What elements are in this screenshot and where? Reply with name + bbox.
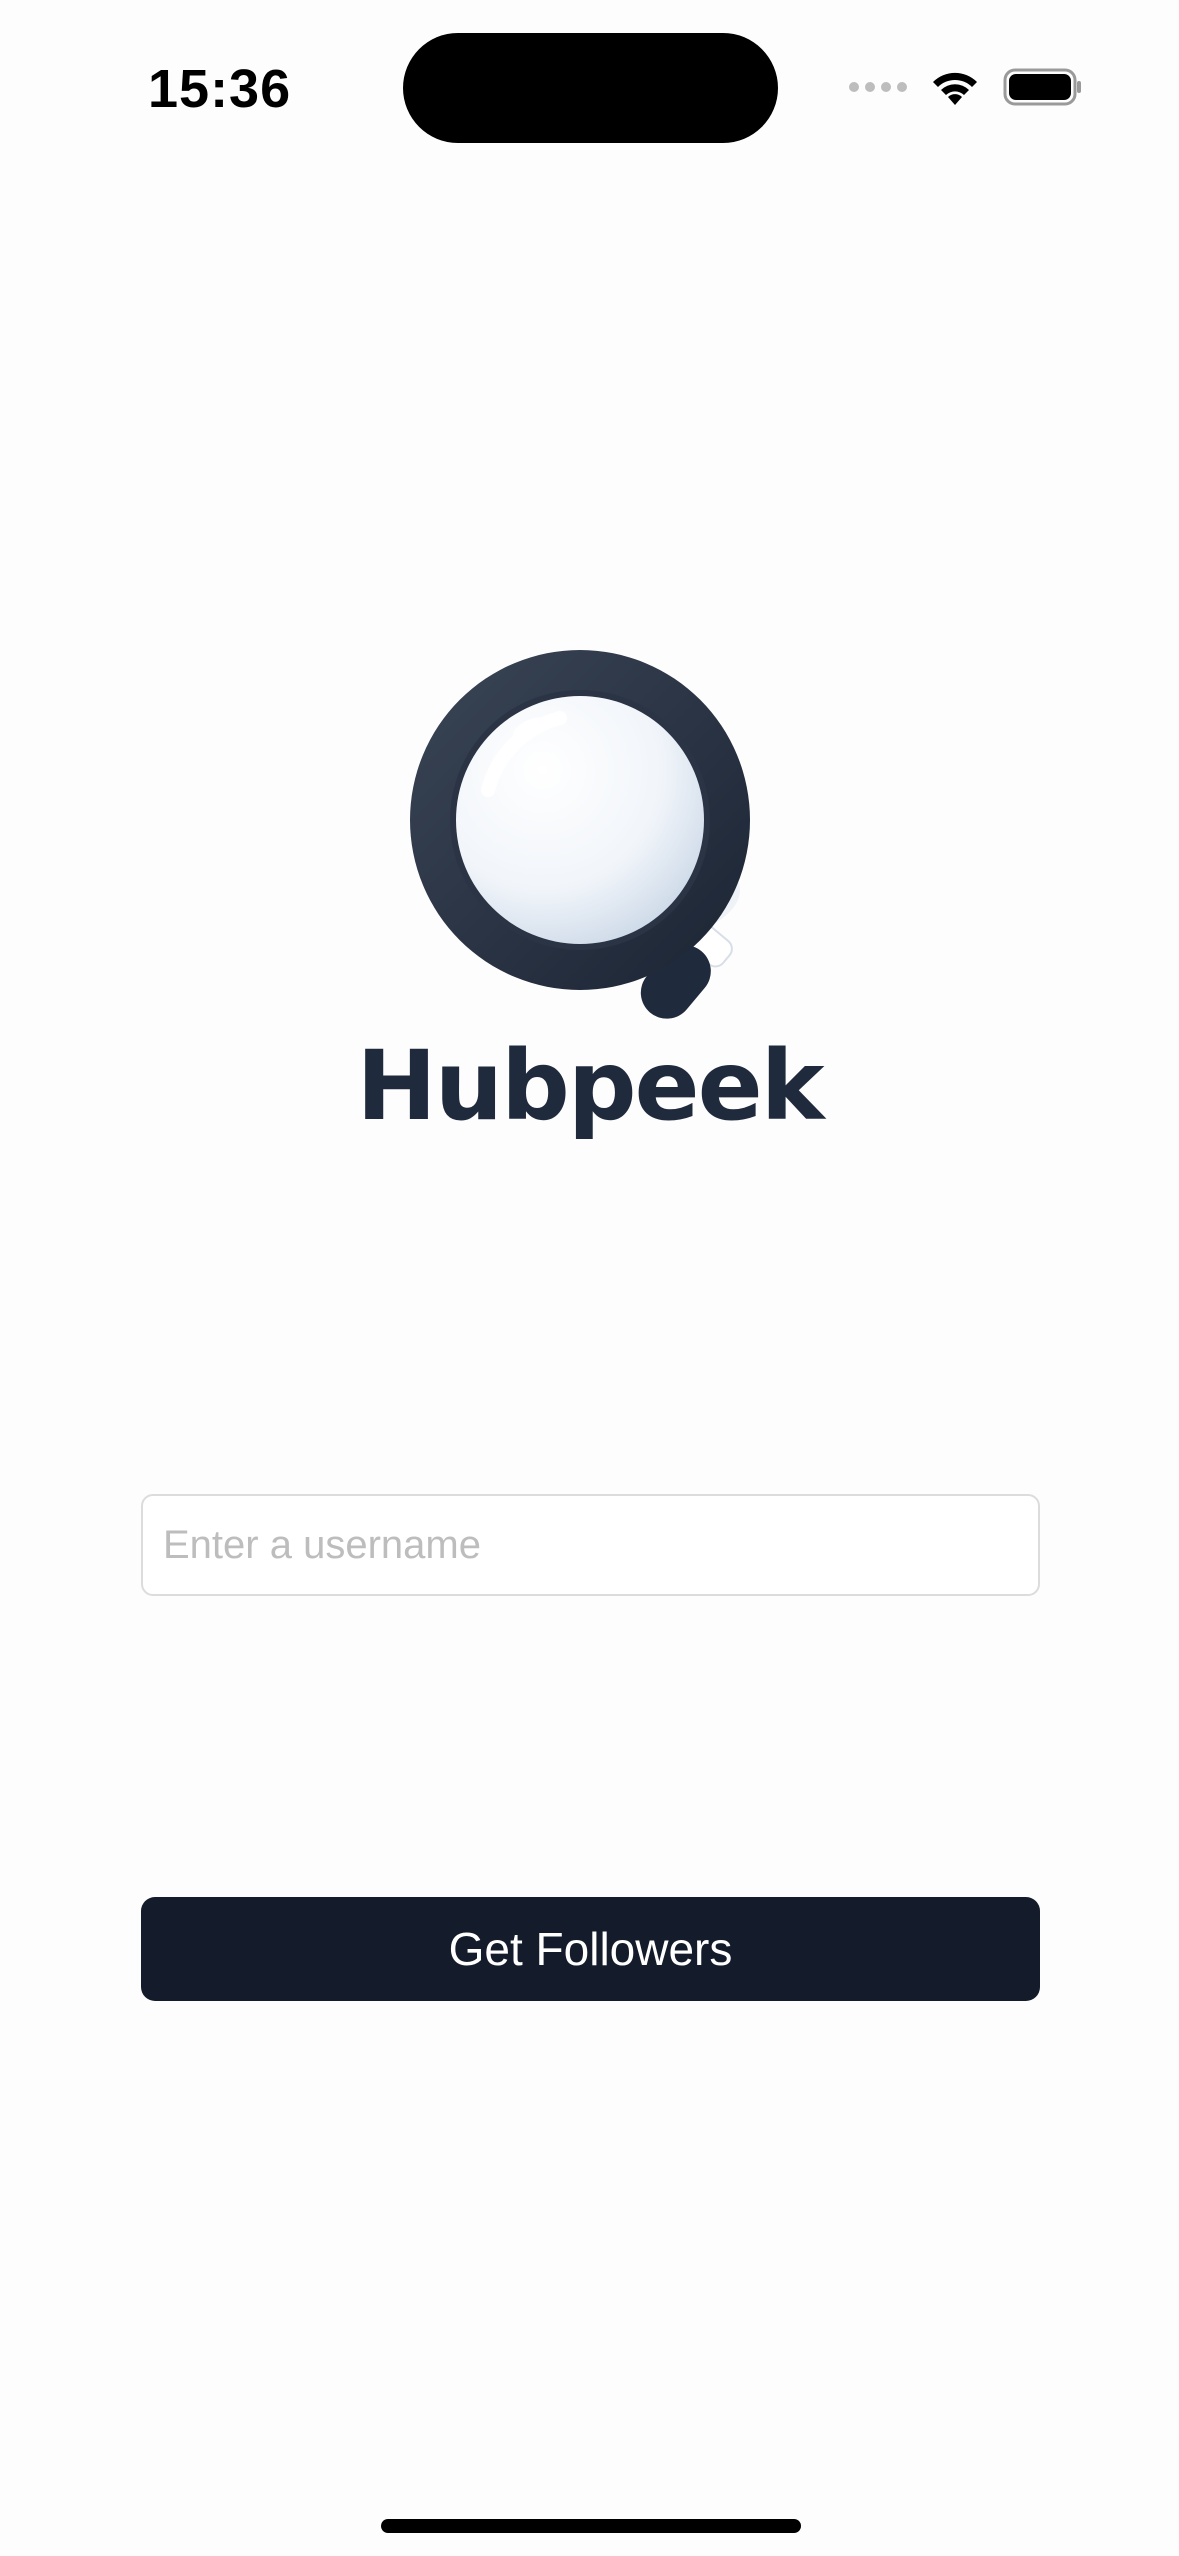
- app-name: Hubpeek: [356, 1030, 824, 1142]
- battery-icon: [1003, 68, 1081, 106]
- get-followers-button[interactable]: Get Followers: [141, 1897, 1040, 2001]
- status-time: 15:36: [148, 59, 292, 119]
- app-screen: 15:36 Hubpeek Enter a username Get Follo…: [0, 0, 1179, 2556]
- cellular-signal-icon: [849, 82, 907, 92]
- wifi-icon: [933, 72, 977, 105]
- magnifying-glass-icon: [380, 640, 800, 1040]
- dynamic-island: [403, 33, 778, 143]
- status-icons: [849, 62, 1083, 112]
- username-input[interactable]: [141, 1494, 1040, 1596]
- home-indicator[interactable]: [381, 2519, 801, 2533]
